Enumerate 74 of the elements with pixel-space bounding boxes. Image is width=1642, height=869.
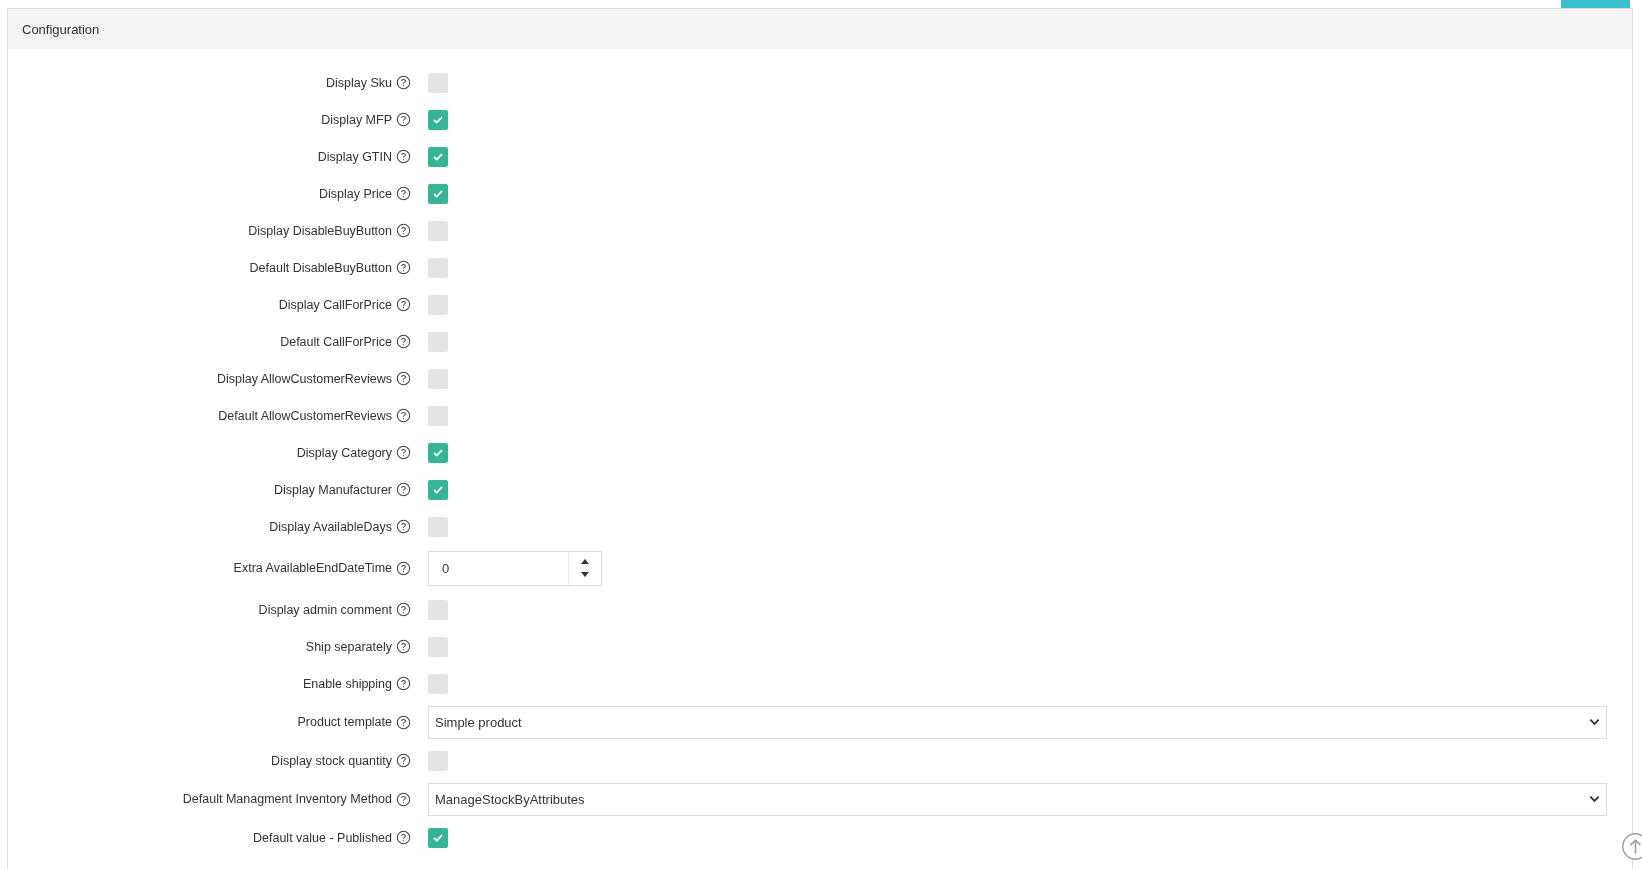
checkbox[interactable] [428,331,448,352]
checkbox[interactable] [428,109,448,130]
help-icon[interactable] [396,519,411,534]
field-label: Display MFP [321,112,392,127]
field-label: Extra AvailableEndDateTime [233,561,392,575]
field-label: Display Category [296,445,392,460]
field-label: Default value - Published [253,830,392,845]
checkbox[interactable] [428,442,448,463]
checkbox[interactable] [428,599,448,620]
field-label: Display AvailableDays [269,519,392,534]
checkmark-icon [433,115,443,124]
help-icon[interactable] [396,445,411,460]
help-icon[interactable] [396,639,411,654]
dropdown-select[interactable]: Simple product [428,705,1607,739]
field-label: Default DisableBuyButton [249,260,392,275]
help-icon[interactable] [396,714,411,730]
chevron-down-icon [1589,718,1600,726]
help-icon[interactable] [396,602,411,617]
checkbox[interactable] [428,72,448,93]
checkmark-icon [433,189,443,198]
field-label: Display admin comment [258,602,392,617]
number-input[interactable]: 0 [428,550,602,586]
checkmark-icon [433,152,443,161]
checkbox[interactable] [428,479,448,500]
dropdown-select[interactable]: ManageStockByAttributes [428,782,1607,816]
help-icon[interactable] [396,149,411,164]
checkbox[interactable] [428,750,448,771]
field-label: Display DisableBuyButton [248,223,392,238]
tab-indicator [1561,0,1630,8]
help-icon[interactable] [396,297,411,312]
checkbox[interactable] [428,146,448,167]
checkbox[interactable] [428,405,448,426]
checkbox[interactable] [428,183,448,204]
field-label: Product template [297,715,392,729]
field-label: Display GTIN [317,149,392,164]
help-icon[interactable] [396,112,411,127]
field-label: Default Managment Inventory Method [182,792,392,806]
checkmark-icon [433,833,443,842]
help-icon[interactable] [396,371,411,386]
field-label: Display CallForPrice [278,297,392,312]
field-label: Default AllowCustomerReviews [218,408,392,423]
chevron-down-icon [1589,795,1600,803]
checkbox[interactable] [428,516,448,537]
help-icon[interactable] [396,223,411,238]
checkbox[interactable] [428,368,448,389]
help-icon[interactable] [396,676,411,691]
checkbox[interactable] [428,294,448,315]
help-icon[interactable] [396,482,411,497]
checkmark-icon [433,448,443,457]
checkbox[interactable] [428,827,448,848]
help-icon[interactable] [396,560,411,576]
checkbox[interactable] [428,220,448,241]
checkbox[interactable] [428,636,448,657]
field-label: Display stock quantity [271,753,392,768]
field-label: Default CallForPrice [280,334,392,349]
field-label: Display Manufacturer [273,482,392,497]
help-icon[interactable] [396,408,411,423]
help-icon[interactable] [396,830,411,845]
field-label: Display Sku [326,75,392,90]
help-icon[interactable] [396,186,411,201]
checkbox[interactable] [428,257,448,278]
help-icon[interactable] [396,791,411,807]
field-label: Enable shipping [303,676,392,691]
help-icon[interactable] [396,260,411,275]
help-icon[interactable] [396,75,411,90]
panel-title: Configuration [22,21,100,37]
field-label: Display AllowCustomerReviews [216,371,392,386]
field-label: Display Price [319,186,392,201]
checkmark-icon [433,485,443,494]
help-icon[interactable] [396,753,411,768]
checkbox[interactable] [428,673,448,694]
scroll-to-top-icon[interactable] [1621,832,1642,861]
help-icon[interactable] [396,334,411,349]
field-label: Ship separately [305,639,392,654]
